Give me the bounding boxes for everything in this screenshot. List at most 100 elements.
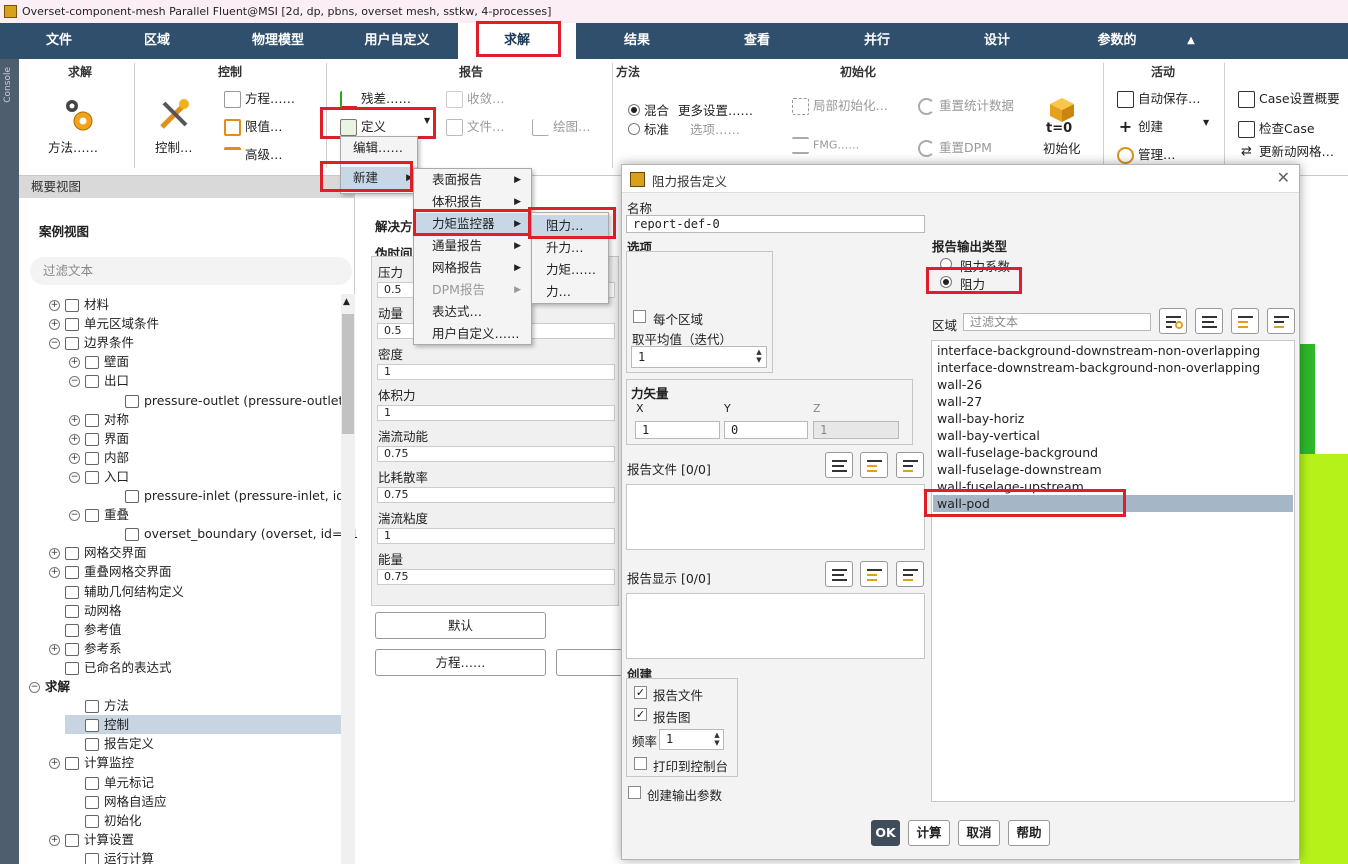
limits-button[interactable]: 限值…: [224, 116, 283, 136]
report-files-select-all-icon[interactable]: [860, 452, 888, 478]
tab-user-defined[interactable]: 用户自定义: [356, 23, 438, 59]
drag-coefficient-radio[interactable]: [940, 258, 952, 270]
options-button[interactable]: 选项……: [690, 119, 740, 138]
expand-toggle-icon[interactable]: −: [69, 376, 80, 388]
zone-list-item[interactable]: wall-fuselage-background: [933, 444, 1293, 461]
relaxation-field-input[interactable]: 1: [377, 364, 615, 380]
limits-dialog-button[interactable]: [556, 649, 626, 676]
outline-filter-input[interactable]: 过滤文本: [30, 257, 352, 285]
compute-button[interactable]: 计算: [908, 820, 950, 846]
reset-dpm-button[interactable]: 重置DPM: [918, 137, 992, 157]
zones-filter-icon[interactable]: [1159, 308, 1187, 334]
tree-item[interactable]: 参考值: [49, 620, 122, 639]
frequency-spinner-icon[interactable]: ▲ ▼: [712, 731, 722, 747]
equations-button[interactable]: 方程……: [224, 88, 295, 108]
menu-lift[interactable]: 升力…: [532, 237, 608, 259]
tree-item[interactable]: overset_boundary (overset, id=31: [109, 524, 358, 543]
menu-mesh-report[interactable]: 网格报告 ▶: [414, 257, 531, 279]
tree-item[interactable]: 已命名的表达式: [49, 658, 172, 677]
advanced-button[interactable]: 高级…: [224, 144, 283, 164]
report-files-list-icon[interactable]: [825, 452, 853, 478]
autosave-button[interactable]: 自动保存…: [1117, 88, 1201, 108]
force-z-input[interactable]: 1: [813, 421, 899, 439]
report-plot-button[interactable]: 绘图…: [532, 116, 591, 136]
report-file-button[interactable]: 文件…: [446, 116, 505, 136]
expand-toggle-icon[interactable]: +: [69, 433, 80, 445]
zone-list-item[interactable]: wall-27: [933, 393, 1293, 410]
menu-expression[interactable]: 表达式…: [414, 301, 531, 323]
more-settings-button[interactable]: 更多设置……: [678, 100, 753, 119]
zones-list-icon[interactable]: [1195, 308, 1223, 334]
report-plots-list-icon[interactable]: [825, 561, 853, 587]
report-plot-checkbox[interactable]: ✓: [634, 708, 647, 721]
menu-volume-report[interactable]: 体积报告 ▶: [414, 191, 531, 213]
tree-item[interactable]: + 计算监控: [49, 753, 134, 772]
tree-item[interactable]: + 计算设置: [49, 830, 134, 849]
reset-statistics-button[interactable]: 重置统计数据: [918, 95, 1014, 115]
cancel-button[interactable]: 取消: [958, 820, 1000, 846]
expand-toggle-icon[interactable]: +: [69, 452, 80, 464]
create-button[interactable]: + 创建 ▼: [1117, 116, 1209, 136]
report-plots-list[interactable]: [626, 593, 925, 659]
force-y-input[interactable]: 0: [724, 421, 808, 439]
tree-item[interactable]: − 重叠: [69, 505, 129, 524]
expand-toggle-icon[interactable]: −: [69, 510, 80, 522]
expand-toggle-icon[interactable]: +: [49, 834, 60, 846]
tree-item[interactable]: − 入口: [69, 467, 129, 486]
definition-button[interactable]: 定义 ▼: [340, 116, 430, 136]
tree-item[interactable]: + 材料: [49, 295, 109, 314]
patch-button[interactable]: 局部初始化…: [792, 95, 888, 115]
menu-drag[interactable]: 阻力…: [532, 215, 608, 237]
tree-item[interactable]: + 壁面: [69, 352, 129, 371]
ok-button[interactable]: OK: [871, 820, 900, 846]
menu-user-defined[interactable]: 用户自定义……: [414, 323, 531, 345]
tree-item[interactable]: pressure-outlet (pressure-outlet, i: [109, 391, 355, 410]
zone-list-item[interactable]: wall-fuselage-downstream: [933, 461, 1293, 478]
zone-list-item[interactable]: interface-background-downstream-non-over…: [933, 342, 1293, 359]
default-button[interactable]: 默认: [375, 612, 546, 639]
report-plots-select-all-icon[interactable]: [860, 561, 888, 587]
report-plots-deselect-icon[interactable]: [896, 561, 924, 587]
tab-view[interactable]: 查看: [728, 23, 786, 59]
convergence-button[interactable]: 收敛…: [446, 88, 505, 108]
print-console-checkbox[interactable]: [634, 757, 647, 770]
scroll-thumb[interactable]: [342, 314, 354, 434]
scroll-up-icon[interactable]: ▲: [343, 297, 350, 307]
tree-scrollbar[interactable]: ▲: [341, 294, 355, 864]
zone-list-item[interactable]: wall-bay-horiz: [933, 410, 1293, 427]
manage-button[interactable]: 管理…: [1117, 144, 1176, 164]
tree-item[interactable]: + 参考系: [49, 639, 122, 658]
tree-item[interactable]: − 出口: [69, 371, 129, 390]
per-zone-checkbox[interactable]: [633, 310, 646, 323]
fmg-button[interactable]: FMG……: [792, 137, 859, 154]
expand-toggle-icon[interactable]: −: [69, 471, 80, 483]
zone-list-item[interactable]: wall-fuselage-upstream: [933, 478, 1293, 495]
menu-new[interactable]: 新建 ▶: [341, 167, 417, 189]
report-files-list[interactable]: [626, 484, 925, 550]
zones-deselect-all-icon[interactable]: [1267, 308, 1295, 334]
tree-item[interactable]: + 网格交界面: [49, 543, 147, 562]
tree-item[interactable]: 网格自适应: [69, 792, 167, 811]
create-output-param-checkbox[interactable]: [628, 786, 641, 799]
expand-toggle-icon[interactable]: −: [29, 682, 40, 693]
average-over-input[interactable]: 1: [631, 346, 767, 368]
expand-toggle-icon[interactable]: +: [49, 300, 60, 311]
tree-item[interactable]: − 边界条件: [49, 333, 134, 352]
menu-edit[interactable]: 编辑……: [341, 137, 417, 159]
expand-toggle-icon[interactable]: +: [49, 643, 60, 655]
tree-item[interactable]: 单元标记: [69, 773, 154, 792]
tree-item[interactable]: 方法: [69, 696, 129, 715]
zone-list-item[interactable]: interface-downstream-background-non-over…: [933, 359, 1293, 376]
menu-force[interactable]: 力…: [532, 281, 608, 303]
tree-item[interactable]: pressure-inlet (pressure-inlet, id=: [109, 486, 355, 505]
relaxation-field-input[interactable]: 1: [377, 528, 615, 544]
collapse-ribbon-icon[interactable]: ▲: [1180, 23, 1202, 59]
menu-moment[interactable]: 力矩……: [532, 259, 608, 281]
tree-item[interactable]: 动网格: [49, 601, 122, 620]
tree-item[interactable]: + 内部: [69, 448, 129, 467]
tree-item[interactable]: + 单元区域条件: [49, 314, 159, 333]
help-button[interactable]: 帮助: [1008, 820, 1050, 846]
tab-domain[interactable]: 区域: [128, 23, 186, 59]
residuals-button[interactable]: 残差……: [340, 88, 411, 108]
console-strip[interactable]: Console: [0, 59, 19, 864]
